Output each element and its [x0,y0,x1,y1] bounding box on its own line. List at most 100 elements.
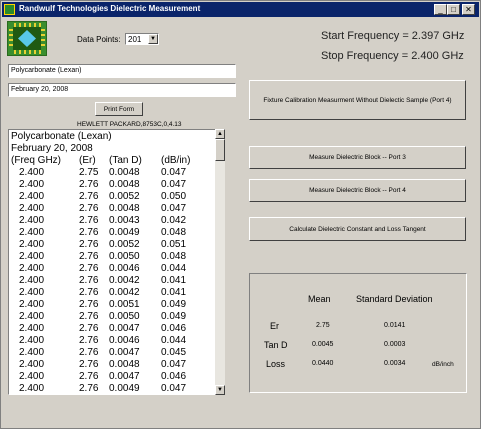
list-item: 2.400 2.76 0.0048 0.047 [11,359,186,371]
data-points-value: 201 [128,35,142,44]
std-header: Standard Deviation [356,294,433,304]
row-freq: 2.400 [19,299,45,310]
list-item: 2.400 2.76 0.0042 0.041 [11,287,186,299]
row-db: 0.046 [161,323,187,334]
results-scrollbar[interactable]: ▲ ▼ [215,129,225,395]
row-tand: 0.0047 [109,347,140,358]
er-label: Er [270,321,279,331]
scroll-thumb[interactable] [215,139,225,161]
header-freq: (Freq GHz) [11,155,61,166]
list-item: 2.400 2.76 0.0047 0.046 [11,323,186,335]
statistics-panel: Mean Standard Deviation Er 2.75 0.0141 T… [249,273,467,393]
list-item: 2.400 2.76 0.0052 0.050 [11,191,186,203]
header-er: (Er) [79,155,96,166]
list-item: 2.400 2.76 0.0048 0.047 [11,203,186,215]
row-tand: 0.0052 [109,191,140,202]
results-list-content: Polycarbonate (Lexan) February 20, 2008 … [11,131,190,394]
row-er: 2.76 [79,227,99,238]
fixture-calibration-button[interactable]: Fixture Calibration Measurment Without D… [249,80,466,120]
tand-label: Tan D [264,340,288,350]
data-points-select[interactable]: 201 ▼ [125,33,159,45]
row-tand: 0.0042 [109,275,140,286]
row-er: 2.76 [79,179,99,190]
row-tand: 0.0050 [109,251,140,262]
data-points-label: Data Points: [77,35,121,44]
row-tand: 0.0049 [109,227,140,238]
loss-mean: 0.0440 [312,360,334,367]
measure-port4-button[interactable]: Measure Dielectric Block -- Port 4 [249,179,466,202]
row-db: 0.047 [161,203,187,214]
row-tand: 0.0048 [109,179,140,190]
list-item: 2.400 2.76 0.0047 0.046 [11,371,186,383]
list-item: 2.400 2.76 0.0050 0.049 [11,311,186,323]
date-input[interactable]: February 20, 2008 [8,83,236,97]
row-tand: 0.0052 [109,239,140,250]
row-tand: 0.0048 [109,167,140,178]
row-freq: 2.400 [19,179,45,190]
list-sample-name: Polycarbonate (Lexan) [11,131,112,142]
title-bar[interactable]: Randwulf Technologies Dielectric Measure… [2,2,479,17]
results-list[interactable]: Polycarbonate (Lexan) February 20, 2008 … [8,129,224,395]
row-er: 2.76 [79,311,99,322]
row-tand: 0.0043 [109,215,140,226]
row-tand: 0.0050 [109,311,140,322]
row-tand: 0.0046 [109,335,140,346]
chevron-down-icon[interactable]: ▼ [148,34,158,44]
row-er: 2.76 [79,203,99,214]
list-item: 2.400 2.76 0.0048 0.047 [11,179,186,191]
row-db: 0.048 [161,227,187,238]
row-er: 2.76 [79,299,99,310]
row-freq: 2.400 [19,215,45,226]
chip-logo-icon [7,21,47,56]
row-er: 2.76 [79,323,99,334]
row-er: 2.75 [79,167,99,178]
app-icon [4,4,15,15]
minimize-button[interactable]: _ [434,4,447,15]
row-db: 0.047 [161,179,187,190]
row-tand: 0.0047 [109,323,140,334]
row-tand: 0.0048 [109,359,140,370]
window-title: Randwulf Technologies Dielectric Measure… [19,4,201,13]
header-tand: (Tan D) [109,155,142,166]
row-db: 0.044 [161,263,187,274]
list-date: February 20, 2008 [11,143,93,154]
calculate-button[interactable]: Calculate Dielectric Constant and Loss T… [249,217,466,241]
row-er: 2.76 [79,263,99,274]
row-tand: 0.0049 [109,383,140,394]
loss-label: Loss [266,359,286,369]
row-freq: 2.400 [19,359,45,370]
measure-port3-button[interactable]: Measure Dielectric Block -- Port 3 [249,146,466,169]
list-item: 2.400 2.76 0.0042 0.041 [11,275,186,287]
row-freq: 2.400 [19,383,45,394]
row-freq: 2.400 [19,203,45,214]
close-button[interactable]: ✕ [462,4,475,15]
tand-mean: 0.0045 [312,341,334,348]
row-er: 2.76 [79,347,99,358]
row-db: 0.041 [161,275,187,286]
er-std: 0.0141 [384,322,406,329]
row-db: 0.042 [161,215,187,226]
row-freq: 2.400 [19,287,45,298]
list-item: 2.400 2.76 0.0046 0.044 [11,335,186,347]
row-er: 2.76 [79,359,99,370]
row-freq: 2.400 [19,251,45,262]
scroll-down-icon[interactable]: ▼ [215,385,225,395]
list-item: 2.400 2.76 0.0050 0.048 [11,251,186,263]
list-item: 2.400 2.75 0.0048 0.047 [11,167,186,179]
row-db: 0.047 [161,359,187,370]
scroll-up-icon[interactable]: ▲ [215,129,225,139]
row-tand: 0.0048 [109,203,140,214]
tand-std: 0.0003 [384,341,406,348]
list-header-row: (Freq GHz) (Er) (Tan D) (dB/in) [11,155,190,167]
row-freq: 2.400 [19,347,45,358]
er-mean: 2.75 [316,322,330,329]
maximize-button[interactable]: □ [447,4,460,15]
print-form-button[interactable]: Print Form [95,102,143,116]
row-db: 0.048 [161,251,187,262]
row-er: 2.76 [79,371,99,382]
row-freq: 2.400 [19,167,45,178]
row-freq: 2.400 [19,227,45,238]
sample-name-input[interactable]: Polycarbonate (Lexan) [8,64,236,78]
row-er: 2.76 [79,215,99,226]
row-er: 2.76 [79,383,99,394]
